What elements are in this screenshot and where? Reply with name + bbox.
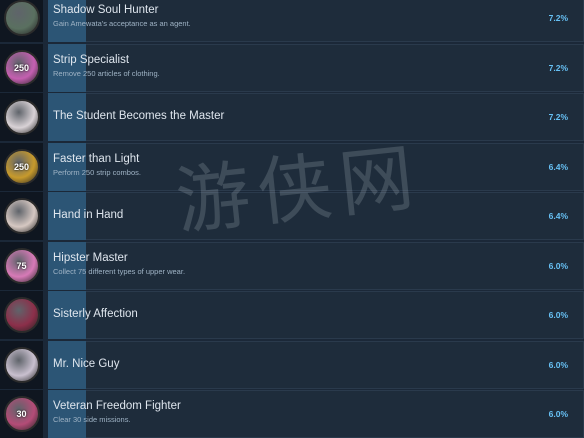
progress-fill: [48, 43, 86, 92]
achievement-icon-frame: [0, 291, 43, 339]
achievement-title: Sisterly Affection: [53, 308, 138, 320]
achievement-row[interactable]: Shadow Soul Hunter Gain Amewata's accepta…: [0, 0, 584, 42]
pale-girl-icon: [3, 346, 40, 383]
sidemissions-30-badge-icon: 30: [3, 396, 40, 432]
progress-fill: [48, 390, 86, 438]
helmet-badge-icon: [3, 0, 40, 36]
achievement-title: Strip Specialist: [53, 53, 130, 66]
achievement-icon-frame: [0, 192, 43, 240]
unlock-percentage: 7.2%: [548, 112, 568, 122]
achievement-description: Remove 250 articles of clothing.: [53, 68, 160, 78]
progress-fill: [48, 142, 86, 191]
achievement-icon-frame: 250: [0, 142, 43, 191]
unlock-percentage: 6.4%: [548, 161, 568, 172]
progress-fill: [48, 241, 86, 290]
achievement-title: Mr. Nice Guy: [53, 357, 120, 370]
achievement-card: [48, 390, 584, 438]
achievement-row[interactable]: The Student Becomes the Master 7.2%: [0, 93, 584, 141]
achievement-card: [48, 340, 584, 389]
unlock-percentage: 6.0%: [548, 260, 568, 271]
achievement-title: The Student Becomes the Master: [53, 110, 225, 122]
achievement-card: [48, 241, 584, 290]
achievement-card: [48, 43, 584, 92]
unlock-percentage: 7.2%: [548, 62, 568, 73]
achievement-card: [48, 142, 584, 191]
two-girls-icon: [3, 198, 40, 234]
achievement-icon-frame: [0, 93, 43, 141]
achievement-title: Faster than Light: [53, 152, 140, 165]
red-eyed-girl-icon: [3, 297, 40, 333]
achievement-icon-frame: 30: [0, 390, 43, 438]
achievement-title: Hipster Master: [53, 251, 128, 264]
pink-250-badge-icon: 250: [3, 49, 40, 86]
achievement-title: Shadow Soul Hunter: [53, 4, 159, 16]
shirt-75-badge-icon: 75: [3, 247, 40, 284]
achievement-row[interactable]: 75 Hipster Master Collect 75 different typ…: [0, 241, 584, 290]
achievement-row[interactable]: 250 Faster than Light Perform 250 strip co…: [0, 142, 584, 191]
dark-hair-girl-icon: [3, 99, 40, 135]
achievement-row[interactable]: Hand in Hand 6.4%: [0, 192, 584, 240]
achievement-row[interactable]: 30 Veteran Freedom Fighter Clear 30 side m…: [0, 390, 584, 438]
achievement-card: [48, 192, 584, 240]
achievement-icon-frame: 75: [0, 241, 43, 290]
unlock-percentage: 6.4%: [548, 211, 568, 221]
achievement-row[interactable]: Sisterly Affection 6.0%: [0, 291, 584, 339]
achievement-icon-frame: [0, 340, 43, 389]
unlock-percentage: 6.0%: [548, 310, 568, 320]
achievement-row[interactable]: Mr. Nice Guy 6.0%: [0, 340, 584, 389]
unlock-percentage: 7.2%: [548, 13, 568, 23]
achievement-title: Veteran Freedom Fighter: [53, 400, 181, 412]
achievement-row[interactable]: 250 Strip Specialist Remove 250 articles o…: [0, 43, 584, 92]
gold-250-badge-icon: 250: [3, 148, 40, 185]
achievement-description: Collect 75 different types of upper wear…: [53, 266, 186, 276]
achievement-description: Perform 250 strip combos.: [53, 167, 141, 177]
achievement-description: Gain Amewata's acceptance as an agent.: [53, 19, 191, 28]
achievement-description: Clear 30 side missions.: [53, 415, 131, 424]
unlock-percentage: 6.0%: [548, 409, 568, 419]
achievement-icon-frame: [0, 0, 43, 42]
unlock-percentage: 6.0%: [548, 359, 568, 370]
achievement-icon-frame: 250: [0, 43, 43, 92]
achievement-title: Hand in Hand: [53, 209, 124, 221]
